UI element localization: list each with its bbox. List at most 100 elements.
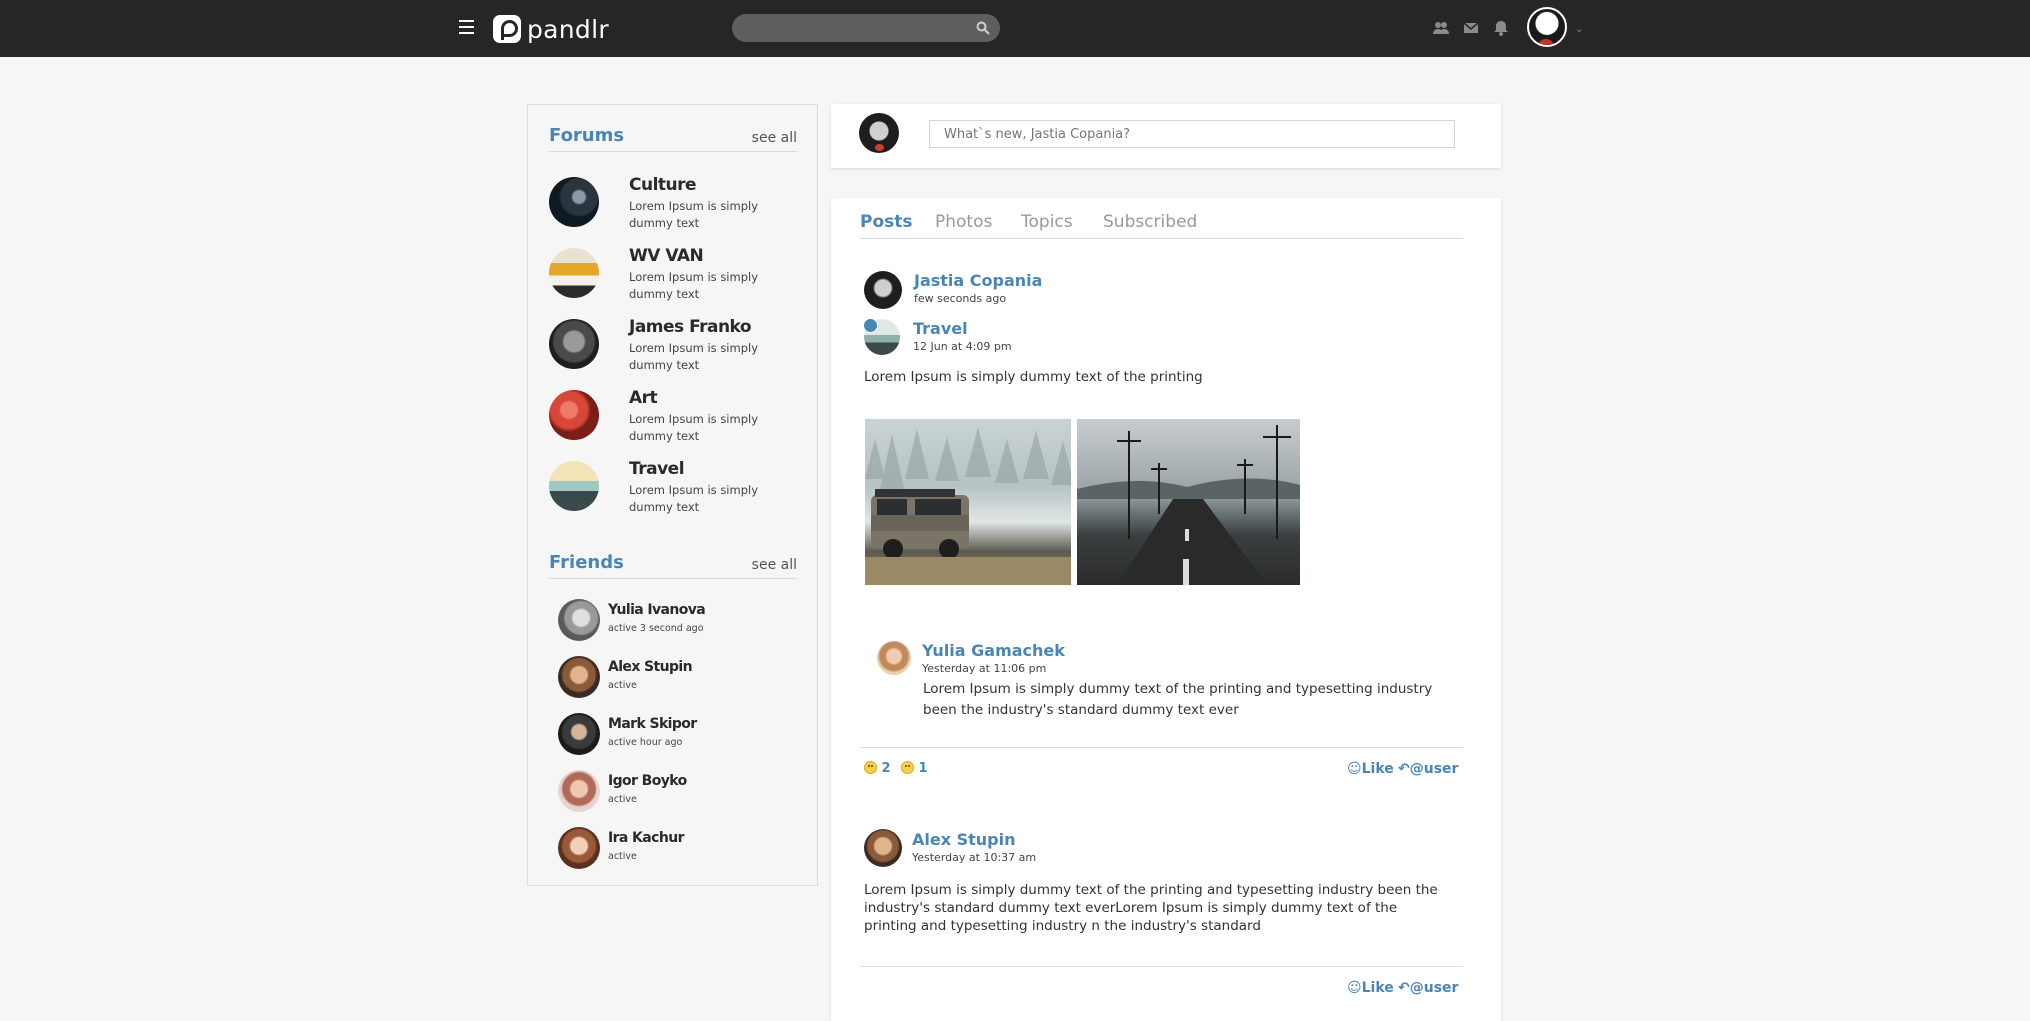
friend-item[interactable]: Yulia Ivanova active 3 second ago [558, 599, 798, 645]
reaction-surprised[interactable]: 2 [864, 761, 891, 776]
forum-name: Travel [629, 459, 685, 479]
search-icon[interactable] [976, 21, 990, 35]
tab-posts[interactable]: Posts [860, 212, 913, 232]
brand-name: pandlr [527, 14, 609, 44]
tab-subscribed[interactable]: Subscribed [1103, 212, 1197, 232]
friends-header: Friends see all [549, 552, 797, 579]
friend-status: active [608, 794, 637, 805]
friend-item[interactable]: Alex Stupin active [558, 656, 798, 702]
post-text: Lorem Ipsum is simply dummy text of the … [864, 369, 1203, 385]
friend-status: active [608, 680, 637, 691]
reply-button[interactable]: ↶@user [1398, 980, 1458, 996]
friends-title: Friends [549, 552, 624, 573]
forum-avatar [549, 177, 599, 227]
forum-name: James Franko [629, 317, 752, 337]
friend-avatar [558, 827, 600, 869]
post-author-avatar[interactable] [864, 829, 902, 867]
post-author-name[interactable]: Alex Stupin [912, 830, 1016, 849]
smile-icon: ☺ [1347, 980, 1362, 996]
post-author-name[interactable]: Jastia Copania [914, 271, 1042, 290]
post-composer [831, 104, 1501, 168]
friend-avatar [558, 599, 600, 641]
post-photo-road[interactable] [1077, 419, 1300, 585]
forum-item-culture[interactable]: Culture Lorem Ipsum is simply dummy text [549, 175, 799, 237]
post-author-avatar[interactable] [864, 271, 902, 309]
friend-name: Igor Boyko [608, 773, 687, 789]
mail-icon[interactable] [1462, 19, 1480, 37]
tab-photos[interactable]: Photos [935, 212, 992, 232]
forum-description: Lorem Ipsum is simply dummy text [629, 199, 759, 230]
friend-status: active [608, 851, 637, 862]
post-time: Yesterday at 10:37 am [912, 851, 1037, 864]
surprised-emoji-icon [864, 761, 877, 774]
forum-avatar [549, 390, 599, 440]
post-divider [860, 747, 1463, 748]
new-post-input[interactable] [929, 120, 1455, 148]
composer-avatar [859, 113, 899, 153]
forum-item-wv-van[interactable]: WV VAN Lorem Ipsum is simply dummy text [549, 246, 799, 308]
forum-name: Art [629, 388, 658, 408]
comment-author-name[interactable]: Yulia Gamachek [922, 641, 1065, 660]
forum-avatar [549, 319, 599, 369]
forums-header: Forums see all [549, 125, 797, 152]
friend-item[interactable]: Ira Kachur active [558, 827, 798, 873]
logo-icon [493, 15, 521, 43]
friend-name: Yulia Ivanova [608, 602, 706, 618]
forums-title: Forums [549, 125, 625, 146]
reply-icon: ↶ [1398, 980, 1410, 996]
forum-item-art[interactable]: Art Lorem Ipsum is simply dummy text [549, 388, 799, 450]
forum-avatar [549, 248, 599, 298]
reply-button[interactable]: ↶@user [1398, 761, 1458, 777]
share-icon [863, 318, 878, 333]
like-button[interactable]: ☺Like [1347, 980, 1394, 996]
forum-description: Lorem Ipsum is simply dummy text [629, 483, 759, 514]
comment-time: Yesterday at 11:06 pm [922, 662, 1047, 675]
left-sidebar: Forums see all Culture Lorem Ipsum is si… [527, 104, 818, 886]
brand-logo[interactable]: pandlr [493, 14, 609, 44]
forum-item-travel[interactable]: Travel Lorem Ipsum is simply dummy text [549, 459, 799, 521]
chevron-down-icon[interactable]: ⌄ [1575, 24, 1583, 35]
forum-description: Lorem Ipsum is simply dummy text [629, 412, 759, 443]
forum-description: Lorem Ipsum is simply dummy text [629, 270, 759, 301]
friend-item[interactable]: Igor Boyko active [558, 770, 798, 816]
post-divider [860, 966, 1463, 967]
forum-name: Culture [629, 175, 697, 195]
friend-name: Alex Stupin [608, 659, 693, 675]
post-time: few seconds ago [914, 292, 1007, 305]
forum-avatar [549, 461, 599, 511]
friend-status: active hour ago [608, 737, 683, 748]
friend-name: Mark Skipor [608, 716, 697, 732]
friend-status: active 3 second ago [608, 623, 704, 634]
post-photo-van[interactable] [865, 419, 1071, 585]
friend-name: Ira Kachur [608, 830, 684, 846]
reaction-count: 2 [881, 761, 891, 776]
post-forum-name[interactable]: Travel [913, 319, 968, 338]
post-text: Lorem Ipsum is simply dummy text of the … [864, 882, 1438, 934]
forum-description: Lorem Ipsum is simply dummy text [629, 341, 759, 372]
post-forum-time: 12 Jun at 4:09 pm [913, 340, 1012, 353]
hamburger-icon[interactable] [459, 20, 474, 34]
forum-name: WV VAN [629, 246, 704, 266]
bell-icon[interactable] [1492, 19, 1510, 37]
top-navigation-bar: pandlr ⌄ [0, 0, 2030, 57]
feed-tabs: Posts Photos Topics Subscribed [860, 212, 1463, 239]
friend-avatar [558, 770, 600, 812]
search-input[interactable] [732, 14, 1000, 42]
main-feed: Posts Photos Topics Subscribed Jastia Co… [831, 198, 1501, 1021]
comment-text: Lorem Ipsum is simply dummy text of the … [923, 681, 1433, 718]
reaction-count: 1 [918, 761, 928, 776]
friend-avatar [558, 713, 600, 755]
comment-author-avatar[interactable] [877, 641, 911, 675]
friends-icon[interactable] [1432, 19, 1450, 37]
reaction-confused[interactable]: 1 [901, 761, 928, 776]
friends-see-all-link[interactable]: see all [752, 557, 797, 573]
forum-item-james-franko[interactable]: James Franko Lorem Ipsum is simply dummy… [549, 317, 799, 379]
forums-see-all-link[interactable]: see all [752, 130, 797, 146]
tab-topics[interactable]: Topics [1021, 212, 1073, 232]
friend-avatar [558, 656, 600, 698]
reply-icon: ↶ [1398, 761, 1410, 777]
like-button[interactable]: ☺Like [1347, 761, 1394, 777]
confused-emoji-icon [901, 761, 914, 774]
user-avatar[interactable] [1527, 7, 1567, 47]
friend-item[interactable]: Mark Skipor active hour ago [558, 713, 798, 759]
